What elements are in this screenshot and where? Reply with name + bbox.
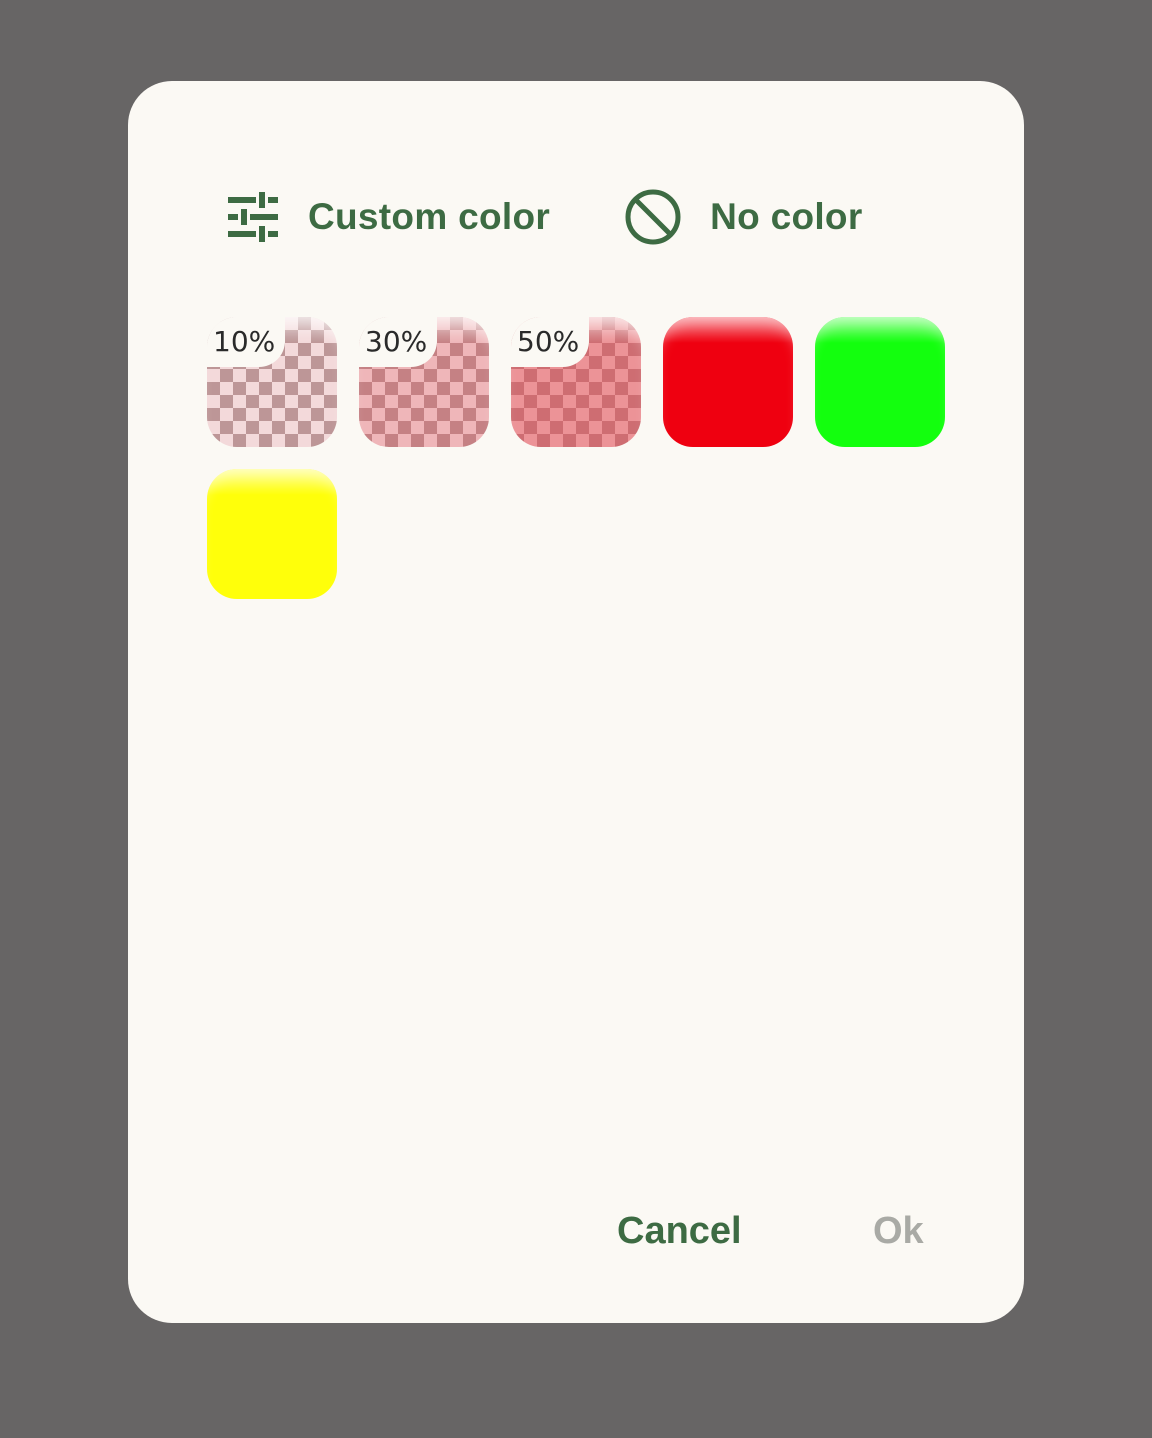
swatch-gloss xyxy=(207,469,337,495)
block-icon xyxy=(624,188,682,246)
no-color-button[interactable]: No color xyxy=(624,185,862,249)
dialog-footer: Cancel Ok xyxy=(128,1201,1024,1261)
swatch-yellow[interactable] xyxy=(207,469,337,599)
swatch-red-30[interactable]: 30% xyxy=(359,317,489,447)
cancel-button[interactable]: Cancel xyxy=(617,1201,742,1261)
sliders-icon xyxy=(224,188,282,246)
custom-color-label: Custom color xyxy=(308,196,551,237)
ok-button[interactable]: Ok xyxy=(873,1201,924,1261)
swatch-opacity-label: 50% xyxy=(511,317,590,367)
swatch-gloss xyxy=(815,317,945,343)
custom-color-button[interactable]: Custom color xyxy=(224,185,550,249)
swatch-red[interactable] xyxy=(663,317,793,447)
swatch-red-10[interactable]: 10% xyxy=(207,317,337,447)
no-color-label: No color xyxy=(710,196,863,237)
color-picker-dialog: Custom color No color 10% 30% 50% Cancel… xyxy=(128,81,1024,1323)
swatch-opacity-label: 30% xyxy=(359,317,438,367)
swatch-red-50[interactable]: 50% xyxy=(511,317,641,447)
swatch-opacity-label: 10% xyxy=(207,317,286,367)
swatch-green[interactable] xyxy=(815,317,945,447)
swatch-gloss xyxy=(663,317,793,343)
dialog-top-actions: Custom color No color xyxy=(224,185,863,249)
